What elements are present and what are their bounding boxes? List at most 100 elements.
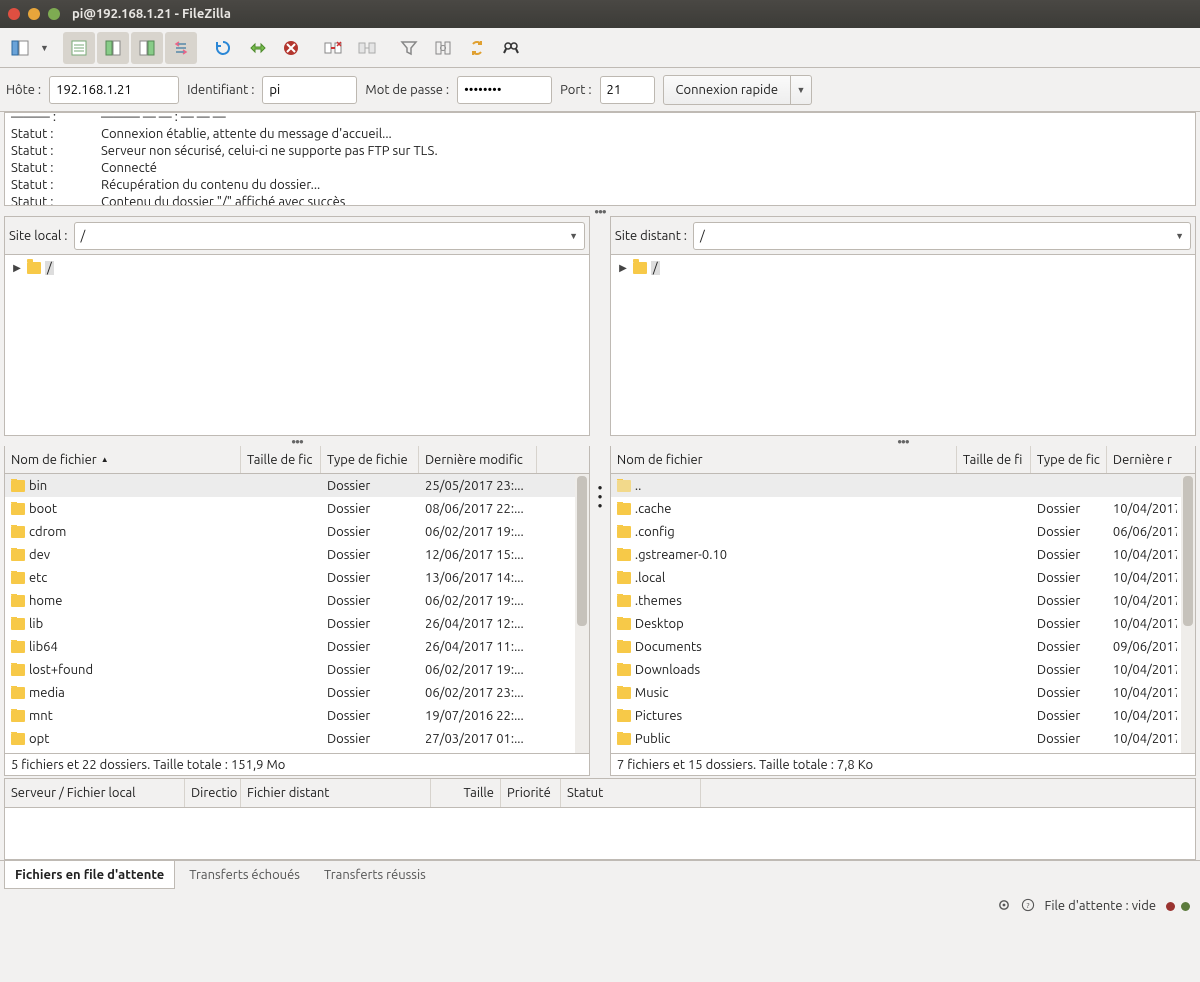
port-label: Port : — [560, 83, 591, 97]
list-item[interactable]: .cacheDossier10/04/2017 — [611, 497, 1195, 520]
list-item[interactable]: lib64Dossier26/04/2017 11:... — [5, 635, 589, 658]
tab-success[interactable]: Transferts réussis — [314, 861, 436, 889]
scrollbar[interactable] — [1181, 474, 1195, 753]
message-log[interactable]: ——— :——— — — : — — — Statut :Connexion é… — [4, 112, 1196, 206]
remote-tree[interactable]: ▶ / — [610, 254, 1196, 436]
col-date[interactable]: Dernière modific — [419, 446, 537, 473]
list-item[interactable]: DocumentsDossier09/06/2017 — [611, 635, 1195, 658]
list-item[interactable]: PicturesDossier10/04/2017 — [611, 704, 1195, 727]
list-item[interactable]: devDossier12/06/2017 15:... — [5, 543, 589, 566]
col-type[interactable]: Type de fichie — [321, 446, 419, 473]
local-tree[interactable]: ▶ / — [4, 254, 590, 436]
password-input[interactable] — [457, 76, 552, 104]
tree-node[interactable]: ▶ / — [617, 261, 1189, 275]
scrollbar[interactable] — [575, 474, 589, 753]
reconnect-icon[interactable] — [351, 32, 383, 64]
toggle-log-icon[interactable] — [63, 32, 95, 64]
tab-queued[interactable]: Fichiers en file d'attente — [4, 861, 175, 889]
col-server[interactable]: Serveur / Fichier local — [5, 779, 185, 807]
filter-icon[interactable] — [393, 32, 425, 64]
col-direction[interactable]: Directio — [185, 779, 241, 807]
sync-browsing-icon[interactable] — [461, 32, 493, 64]
col-date[interactable]: Dernière r — [1107, 446, 1177, 473]
site-manager-icon[interactable] — [4, 32, 36, 64]
file-type: Dossier — [1031, 571, 1107, 585]
file-date: 06/02/2017 19:... — [419, 663, 537, 677]
list-item[interactable]: etcDossier13/06/2017 14:... — [5, 566, 589, 589]
remote-path-combo[interactable]: / ▼ — [693, 222, 1191, 250]
list-item[interactable]: libDossier26/04/2017 12:... — [5, 612, 589, 635]
file-name: opt — [29, 732, 49, 746]
pane-splitter[interactable]: ●●● — [590, 216, 610, 776]
list-item[interactable]: .configDossier06/06/2017 — [611, 520, 1195, 543]
list-item[interactable]: .localDossier10/04/2017 — [611, 566, 1195, 589]
toggle-local-tree-icon[interactable] — [97, 32, 129, 64]
list-item[interactable]: MusicDossier10/04/2017 — [611, 681, 1195, 704]
col-type[interactable]: Type de fic — [1031, 446, 1107, 473]
tree-node[interactable]: ▶ / — [11, 261, 583, 275]
expand-icon[interactable]: ▶ — [617, 262, 629, 274]
gear-icon[interactable] — [997, 898, 1011, 915]
minimize-window-button[interactable] — [28, 8, 40, 20]
list-item[interactable]: .gstreamer-0.10Dossier10/04/2017 — [611, 543, 1195, 566]
cancel-icon[interactable] — [275, 32, 307, 64]
directory-compare-icon[interactable] — [427, 32, 459, 64]
quickconnect-dropdown-icon[interactable]: ▼ — [791, 85, 811, 95]
list-item[interactable]: binDossier25/05/2017 23:... — [5, 474, 589, 497]
process-queue-icon[interactable] — [241, 32, 273, 64]
port-input[interactable] — [600, 76, 655, 104]
toggle-queue-icon[interactable] — [165, 32, 197, 64]
close-window-button[interactable] — [8, 8, 20, 20]
scrollbar-thumb[interactable] — [577, 476, 587, 626]
site-manager-split-button[interactable]: ▼ — [4, 32, 53, 64]
file-name: .local — [635, 571, 665, 585]
local-file-list[interactable]: binDossier25/05/2017 23:...bootDossier08… — [4, 474, 590, 754]
tab-failed[interactable]: Transferts échoués — [179, 861, 310, 889]
col-queue-status[interactable]: Statut — [561, 779, 701, 807]
local-status-text: 5 fichiers et 22 dossiers. Taille totale… — [11, 758, 285, 772]
col-size[interactable]: Taille de fic — [241, 446, 321, 473]
folder-icon — [617, 733, 631, 745]
quickconnect-button[interactable]: Connexion rapide ▼ — [663, 75, 812, 105]
col-name[interactable]: Nom de fichier — [611, 446, 957, 473]
list-item[interactable]: TemplatesDossier10/04/2017 — [611, 750, 1195, 754]
file-name: boot — [29, 502, 57, 516]
expand-icon[interactable]: ▶ — [11, 262, 23, 274]
toggle-remote-tree-icon[interactable] — [131, 32, 163, 64]
local-path-combo[interactable]: / ▼ — [74, 222, 586, 250]
filezilla-window: pi@192.168.1.21 - FileZilla ▼ Hôte : Ide… — [0, 0, 1200, 982]
list-item[interactable]: lost+foundDossier06/02/2017 19:... — [5, 658, 589, 681]
list-item[interactable]: mntDossier19/07/2016 22:... — [5, 704, 589, 727]
list-item[interactable]: procDossier11/06/2017 17:... — [5, 750, 589, 754]
col-remote-file[interactable]: Fichier distant — [241, 779, 431, 807]
window-controls — [8, 8, 60, 20]
list-item[interactable]: DownloadsDossier10/04/2017 — [611, 658, 1195, 681]
search-icon[interactable] — [495, 32, 527, 64]
col-size[interactable]: Taille de fi — [957, 446, 1031, 473]
list-item[interactable]: homeDossier06/02/2017 19:... — [5, 589, 589, 612]
list-item[interactable]: PublicDossier10/04/2017 — [611, 727, 1195, 750]
col-name[interactable]: Nom de fichier▲ — [5, 446, 241, 473]
remote-file-list[interactable]: ...cacheDossier10/04/2017.configDossier0… — [610, 474, 1196, 754]
splitter-horizontal[interactable]: ●●● — [0, 206, 1200, 216]
remote-tree-splitter[interactable]: ●●● — [610, 436, 1196, 446]
list-item[interactable]: .themesDossier10/04/2017 — [611, 589, 1195, 612]
list-item[interactable]: optDossier27/03/2017 01:... — [5, 727, 589, 750]
col-queue-size[interactable]: Taille — [431, 779, 501, 807]
host-input[interactable] — [49, 76, 179, 104]
help-icon[interactable]: ? — [1021, 898, 1035, 915]
local-tree-splitter[interactable]: ●●● — [4, 436, 590, 446]
list-item[interactable]: DesktopDossier10/04/2017 — [611, 612, 1195, 635]
list-item[interactable]: mediaDossier06/02/2017 23:... — [5, 681, 589, 704]
maximize-window-button[interactable] — [48, 8, 60, 20]
disconnect-icon[interactable] — [317, 32, 349, 64]
refresh-icon[interactable] — [207, 32, 239, 64]
user-input[interactable] — [262, 76, 357, 104]
scrollbar-thumb[interactable] — [1183, 476, 1193, 626]
queue-body[interactable] — [4, 808, 1196, 860]
list-item[interactable]: cdromDossier06/02/2017 19:... — [5, 520, 589, 543]
list-item[interactable]: bootDossier08/06/2017 22:... — [5, 497, 589, 520]
dropdown-caret-icon[interactable]: ▼ — [36, 43, 53, 53]
list-item[interactable]: .. — [611, 474, 1195, 497]
col-priority[interactable]: Priorité — [501, 779, 561, 807]
